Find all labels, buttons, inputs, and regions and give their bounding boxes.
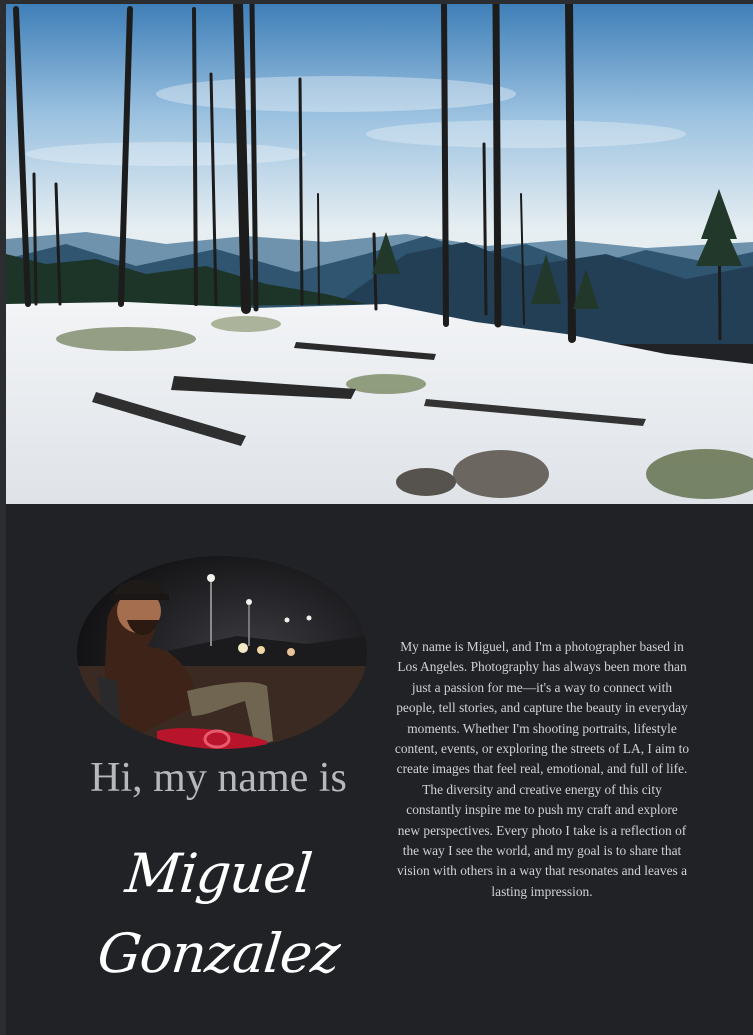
hero-landscape-illustration	[6, 4, 753, 504]
bio-paragraph: My name is Miguel, and I'm a photographe…	[394, 639, 690, 899]
hero-landscape-image	[6, 4, 753, 504]
greeting-heading: Hi, my name is	[90, 755, 347, 801]
last-name-script: Gonzalez	[94, 922, 343, 985]
about-section: Hi, my name is Miguel Gonzalez My name i…	[6, 504, 753, 1035]
first-name-script: Miguel	[122, 842, 315, 905]
portrait-photo	[77, 556, 367, 749]
portrait-illustration	[77, 556, 367, 749]
